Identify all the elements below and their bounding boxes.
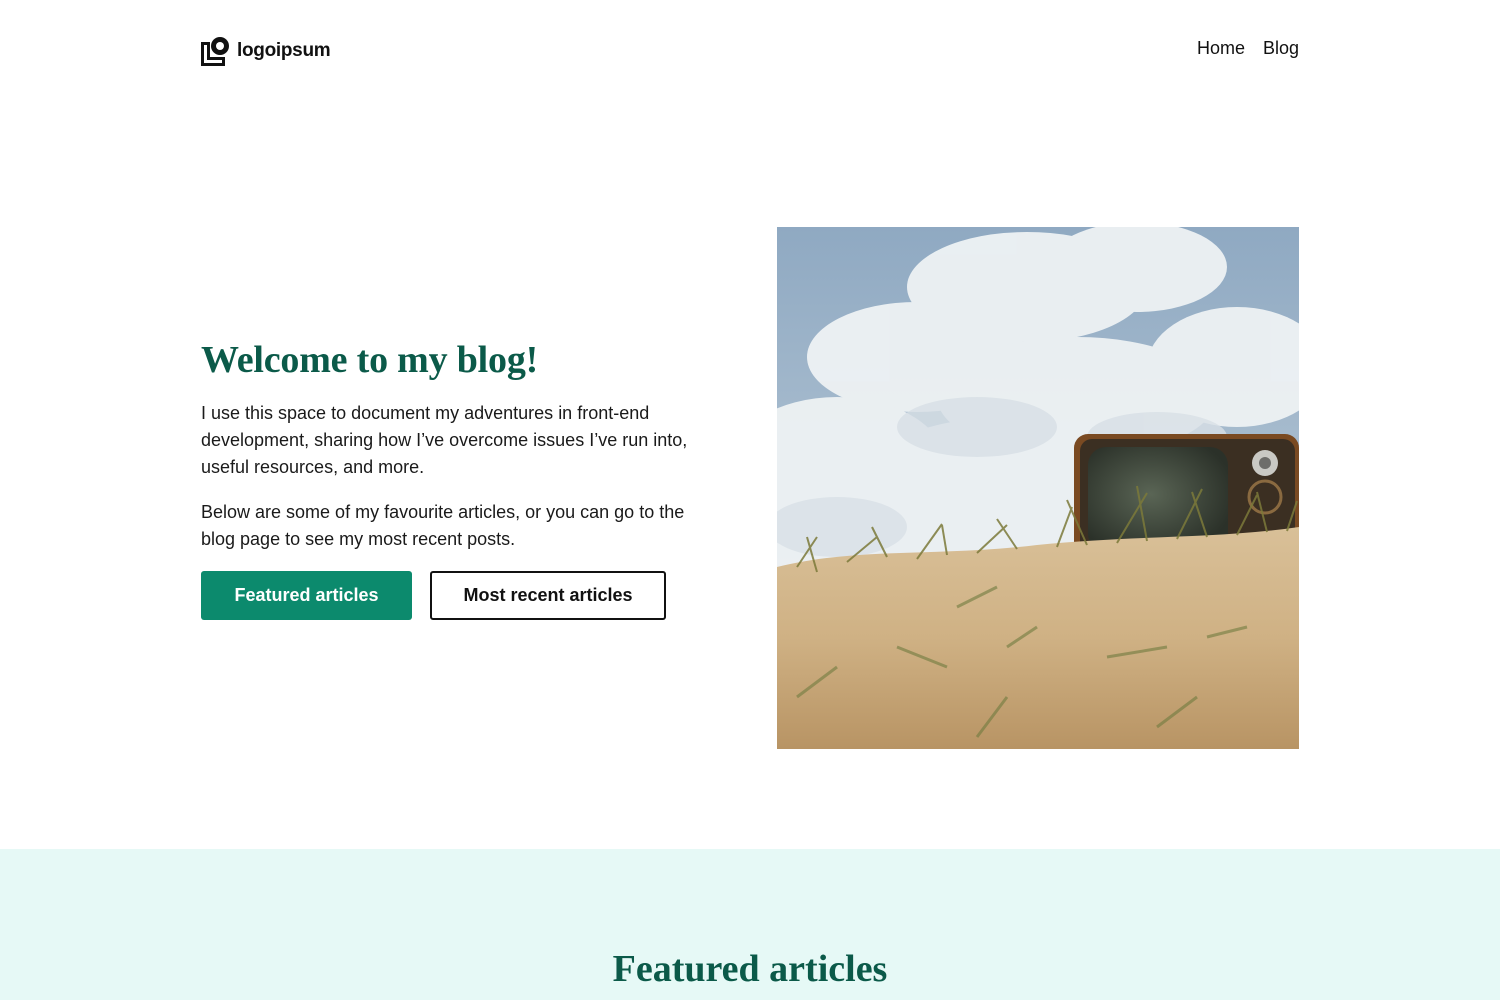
nav-blog-link[interactable]: Blog (1263, 38, 1299, 59)
hero-title: Welcome to my blog! (201, 339, 539, 381)
main-nav: Home Blog (1197, 38, 1299, 59)
hero-image (777, 227, 1299, 749)
featured-section: Featured articles (0, 849, 1500, 1000)
nav-home-link[interactable]: Home (1197, 38, 1245, 59)
logo-text: logoipsum (237, 40, 331, 61)
most-recent-articles-button[interactable]: Most recent articles (430, 571, 666, 620)
hero-text: Welcome to my blog! I use this space to … (201, 338, 701, 620)
vintage-tv-photo-icon (777, 227, 1299, 749)
featured-articles-button[interactable]: Featured articles (201, 571, 412, 620)
logo[interactable]: logoipsum (201, 36, 331, 66)
logo-icon (201, 36, 231, 66)
hero-intro-paragraph: I use this space to document my adventur… (201, 403, 688, 477)
featured-section-title: Featured articles (612, 948, 888, 990)
hero-secondary-paragraph: Below are some of my favourite articles,… (201, 502, 685, 549)
site-header: logoipsum Home Blog (201, 36, 1299, 68)
hero-buttons: Featured articles Most recent articles (201, 571, 701, 620)
